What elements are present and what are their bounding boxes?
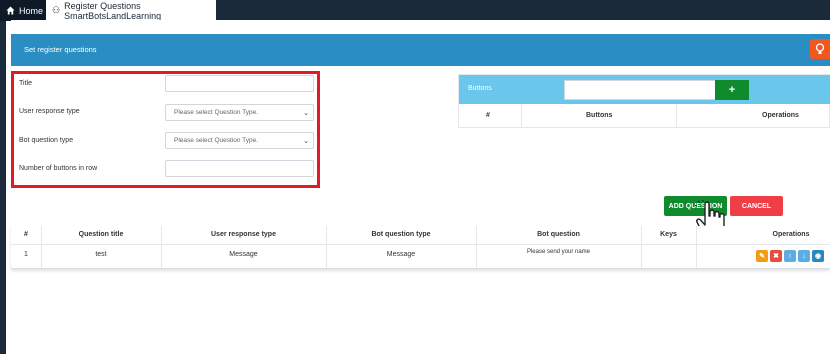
tab-register-questions[interactable]: ⚇ Register Questions SmartBotsLandLearni… — [46, 0, 216, 21]
title-input[interactable] — [165, 75, 314, 92]
lightbulb-icon — [815, 43, 825, 54]
sidebar — [0, 21, 6, 354]
row-operations: ✎ ✖ ↑ ↓ ◉ — [756, 250, 824, 262]
divider — [41, 226, 42, 268]
response-type-value: Please select Question Type. — [174, 109, 259, 116]
page-header: Set register questions — [11, 34, 830, 66]
buttons-panel-columns: # Buttons Operations — [459, 104, 830, 128]
delete-icon[interactable]: ✖ — [770, 250, 782, 262]
divider — [641, 226, 642, 268]
col-header: User response type — [211, 231, 276, 238]
move-down-icon[interactable]: ↓ — [798, 250, 810, 262]
buttons-in-row-label: Number of buttons in row — [19, 165, 98, 172]
divider — [696, 226, 697, 268]
bot-question-type-select[interactable]: Please select Question Type. ⌄ — [165, 132, 314, 149]
add-button-button[interactable]: + — [715, 80, 749, 100]
buttons-panel-header: Buttons + — [459, 75, 830, 104]
page-title: Set register questions — [24, 45, 97, 54]
bot-question-type-label: Bot question type — [19, 137, 74, 144]
cell-num: 1 — [24, 251, 28, 258]
tip-button[interactable] — [810, 39, 830, 59]
view-icon[interactable]: ◉ — [812, 250, 824, 262]
response-type-label: User response type — [19, 108, 80, 115]
chevron-down-icon: ⌄ — [303, 138, 309, 145]
cell-title: test — [95, 251, 107, 258]
chevron-down-icon: ⌄ — [303, 110, 309, 117]
users-cog-icon: ⚇ — [52, 5, 61, 15]
buttons-panel: Buttons + # Buttons Operations — [458, 74, 830, 128]
col-header: Keys — [660, 231, 677, 238]
home-icon — [6, 6, 15, 15]
title-label: Title — [19, 80, 32, 87]
col-operations: Operations — [762, 112, 799, 119]
plus-icon: + — [728, 84, 736, 96]
col-header: Question title — [78, 231, 124, 238]
divider — [11, 244, 830, 245]
move-up-icon[interactable]: ↑ — [784, 250, 796, 262]
col-header: # — [24, 231, 28, 238]
col-header: Operations — [772, 231, 810, 238]
divider — [476, 226, 477, 268]
col-num: # — [486, 112, 490, 119]
bot-question-type-value: Please select Question Type. — [174, 137, 259, 144]
tab-home[interactable]: Home — [0, 0, 46, 21]
edit-icon[interactable]: ✎ — [756, 250, 768, 262]
divider — [521, 104, 522, 128]
response-type-select[interactable]: Please select Question Type. ⌄ — [165, 104, 314, 121]
divider — [326, 226, 327, 268]
col-buttons: Buttons — [586, 112, 613, 119]
cancel-button[interactable]: CANCEL — [730, 196, 783, 216]
divider — [676, 104, 677, 128]
buttons-in-row-input[interactable] — [165, 160, 314, 177]
buttons-panel-label: Buttons — [468, 85, 492, 92]
col-header: Bot question — [537, 231, 580, 238]
questions-table: # Question title User response type Bot … — [11, 226, 830, 269]
tab-active-label: Register Questions SmartBotsLandLearning — [64, 0, 162, 21]
button-text-input[interactable] — [564, 80, 716, 100]
cell-response: Message — [229, 251, 258, 258]
divider — [161, 226, 162, 268]
col-header: Bot question type — [371, 231, 431, 238]
tab-home-label: Home — [19, 5, 44, 16]
cell-bot-type: Message — [386, 251, 416, 258]
cell-bot-question: Please send your name — [526, 249, 591, 255]
